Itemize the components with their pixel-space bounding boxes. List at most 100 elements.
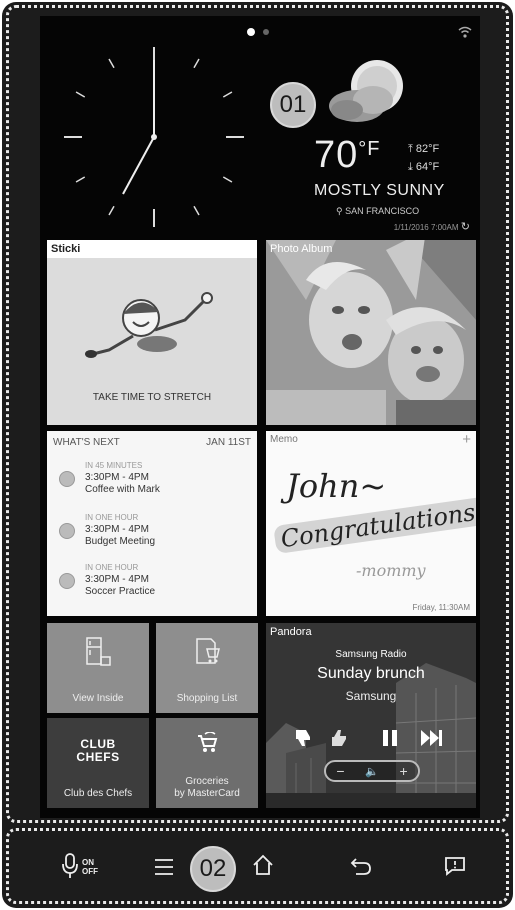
event-relative-time: IN ONE HOUR — [85, 563, 139, 572]
event-relative-time: IN 45 MINUTES — [85, 461, 143, 470]
temperature-value: 70 — [314, 134, 359, 176]
shopping-cart-icon — [198, 732, 218, 752]
analog-clock[interactable] — [63, 46, 245, 228]
weather-location: ⚲ SAN FRANCISCO — [336, 206, 419, 217]
microphone-icon[interactable] — [60, 852, 80, 880]
home-screen: 01 70°F ⤒ 82°F ⤓ 64°F MOSTLY SUNNY ⚲ SAN… — [40, 16, 480, 818]
shopping-list-tile[interactable]: Shopping List — [156, 623, 258, 713]
groceries-label-line2: by MasterCard — [174, 788, 240, 799]
sticki-message: TAKE TIME TO STRETCH — [92, 392, 212, 403]
location-pin-icon: ⚲ — [336, 206, 343, 216]
clock-tick — [108, 58, 115, 69]
clock-tick — [193, 58, 200, 69]
event-time: 3:30PM - 4PM — [85, 524, 149, 535]
back-icon[interactable] — [350, 856, 372, 876]
event-title: Coffee with Mark — [85, 484, 160, 495]
event-avatar-icon — [59, 573, 75, 589]
club-des-chefs-tile[interactable]: CLUB CHEFS Club des Chefs — [47, 718, 149, 808]
page-indicator[interactable] — [247, 28, 269, 36]
groceries-label-line1: Groceries — [185, 776, 229, 787]
photo-album-tile[interactable]: Photo Album — [266, 240, 476, 425]
shopping-list-icon — [196, 638, 220, 664]
whats-next-date: JAN 11ST — [206, 437, 251, 448]
event-relative-time: IN ONE HOUR — [85, 513, 139, 522]
volume-down-icon[interactable]: − — [336, 763, 344, 779]
off-label: OFF — [82, 867, 98, 876]
on-label: ON — [82, 858, 94, 867]
high-temp-value: 82°F — [415, 143, 440, 155]
hour-hand — [122, 136, 155, 195]
memo-line-signature: -mommy — [356, 561, 426, 580]
view-inside-label: View Inside — [72, 693, 124, 704]
event-title: Soccer Practice — [85, 586, 156, 597]
high-low-temps: ⤒ 82°F ⤓ 64°F — [408, 140, 439, 176]
add-memo-icon[interactable]: + — [462, 431, 471, 448]
sticki-title: Sticki — [51, 243, 81, 255]
location-name: SAN FRANCISCO — [345, 206, 420, 216]
memo-date: Friday, 11:30AM — [412, 603, 470, 612]
temperature-unit: °F — [358, 138, 381, 160]
callout-badge-01: 01 — [270, 82, 316, 128]
calendar-event[interactable]: IN 45 MINUTES 3:30PM - 4PM Coffee with M… — [59, 461, 249, 505]
stretching-character-illustration — [85, 292, 213, 358]
calendar-event[interactable]: IN ONE HOUR 3:30PM - 4PM Soccer Practice — [59, 563, 249, 607]
fridge-camera-icon — [86, 637, 111, 666]
weather-condition: MOSTLY SUNNY — [314, 182, 445, 199]
speaker-icon: 🔈 — [365, 765, 379, 778]
volume-control[interactable]: − 🔈 + — [324, 760, 420, 782]
calendar-event[interactable]: IN ONE HOUR 3:30PM - 4PM Budget Meeting — [59, 513, 249, 557]
club-chefs-logo: CLUB CHEFS — [47, 738, 149, 764]
club-chefs-logo-line2: CHEFS — [76, 750, 120, 764]
menu-icon[interactable] — [154, 858, 174, 876]
callout-badge-02: 02 — [190, 846, 236, 892]
view-inside-tile[interactable]: View Inside — [47, 623, 149, 713]
current-temperature: 70°F — [314, 134, 381, 177]
thumbs-up-icon[interactable] — [328, 727, 352, 751]
low-temp: ⤓ 64°F — [408, 161, 440, 173]
event-title: Budget Meeting — [85, 536, 156, 547]
memo-tile[interactable]: Memo + John~ Congratulations! -mommy Fri… — [266, 431, 476, 616]
event-time: 3:30PM - 4PM — [85, 472, 149, 483]
high-temp: ⤒ 82°F — [408, 143, 440, 155]
clock-tick — [222, 91, 233, 98]
shopping-list-label: Shopping List — [176, 693, 238, 704]
home-icon[interactable] — [252, 854, 274, 876]
page-dot[interactable] — [263, 29, 269, 35]
thumbs-down-icon[interactable] — [292, 727, 316, 751]
updated-time: 1/11/2016 7:00AM — [393, 223, 459, 232]
partly-sunny-icon[interactable] — [325, 54, 415, 134]
pandora-tile[interactable]: Pandora Samsung Radio Sunday brunch Sams… — [266, 623, 476, 808]
voice-on-off-label[interactable]: ON OFF — [82, 858, 98, 876]
clock-tick — [108, 205, 115, 216]
groceries-tile[interactable]: Groceries by MasterCard — [156, 718, 258, 808]
clock-tick — [75, 176, 86, 183]
page-dot-active[interactable] — [247, 28, 255, 36]
clock-tick — [193, 205, 200, 216]
wifi-icon — [458, 26, 472, 38]
volume-up-icon[interactable]: + — [399, 763, 407, 779]
photo-children-image — [266, 240, 476, 425]
pandora-title: Pandora — [270, 626, 312, 638]
whats-next-tile[interactable]: WHAT'S NEXT JAN 11ST IN 45 MINUTES 3:30P… — [47, 431, 257, 616]
whats-next-title: WHAT'S NEXT — [53, 437, 120, 448]
pandora-song: Sunday brunch — [317, 665, 425, 682]
weather-updated: 1/11/2016 7:00AM ↻ — [394, 220, 470, 233]
club-des-chefs-label: Club des Chefs — [63, 788, 133, 799]
pandora-artist: Samsung — [345, 689, 397, 703]
sticki-tile[interactable]: Sticki TAKE TIME TO STRETCH — [47, 240, 257, 425]
clock-tick — [222, 176, 233, 183]
groceries-label: Groceries by MasterCard — [156, 776, 258, 800]
notification-icon[interactable] — [444, 856, 466, 876]
event-time: 3:30PM - 4PM — [85, 574, 149, 585]
event-avatar-icon — [59, 523, 75, 539]
skip-forward-icon[interactable] — [418, 727, 444, 751]
memo-line-name: John~ — [286, 467, 387, 505]
photo-album-title: Photo Album — [270, 243, 333, 255]
memo-title: Memo — [270, 434, 298, 445]
pause-icon[interactable] — [378, 727, 402, 751]
event-avatar-icon — [59, 471, 75, 487]
refresh-icon[interactable]: ↻ — [461, 221, 470, 233]
pandora-station: Samsung Radio — [335, 649, 407, 660]
low-temp-value: 64°F — [415, 161, 440, 173]
whats-next-header: WHAT'S NEXT JAN 11ST — [53, 437, 251, 448]
